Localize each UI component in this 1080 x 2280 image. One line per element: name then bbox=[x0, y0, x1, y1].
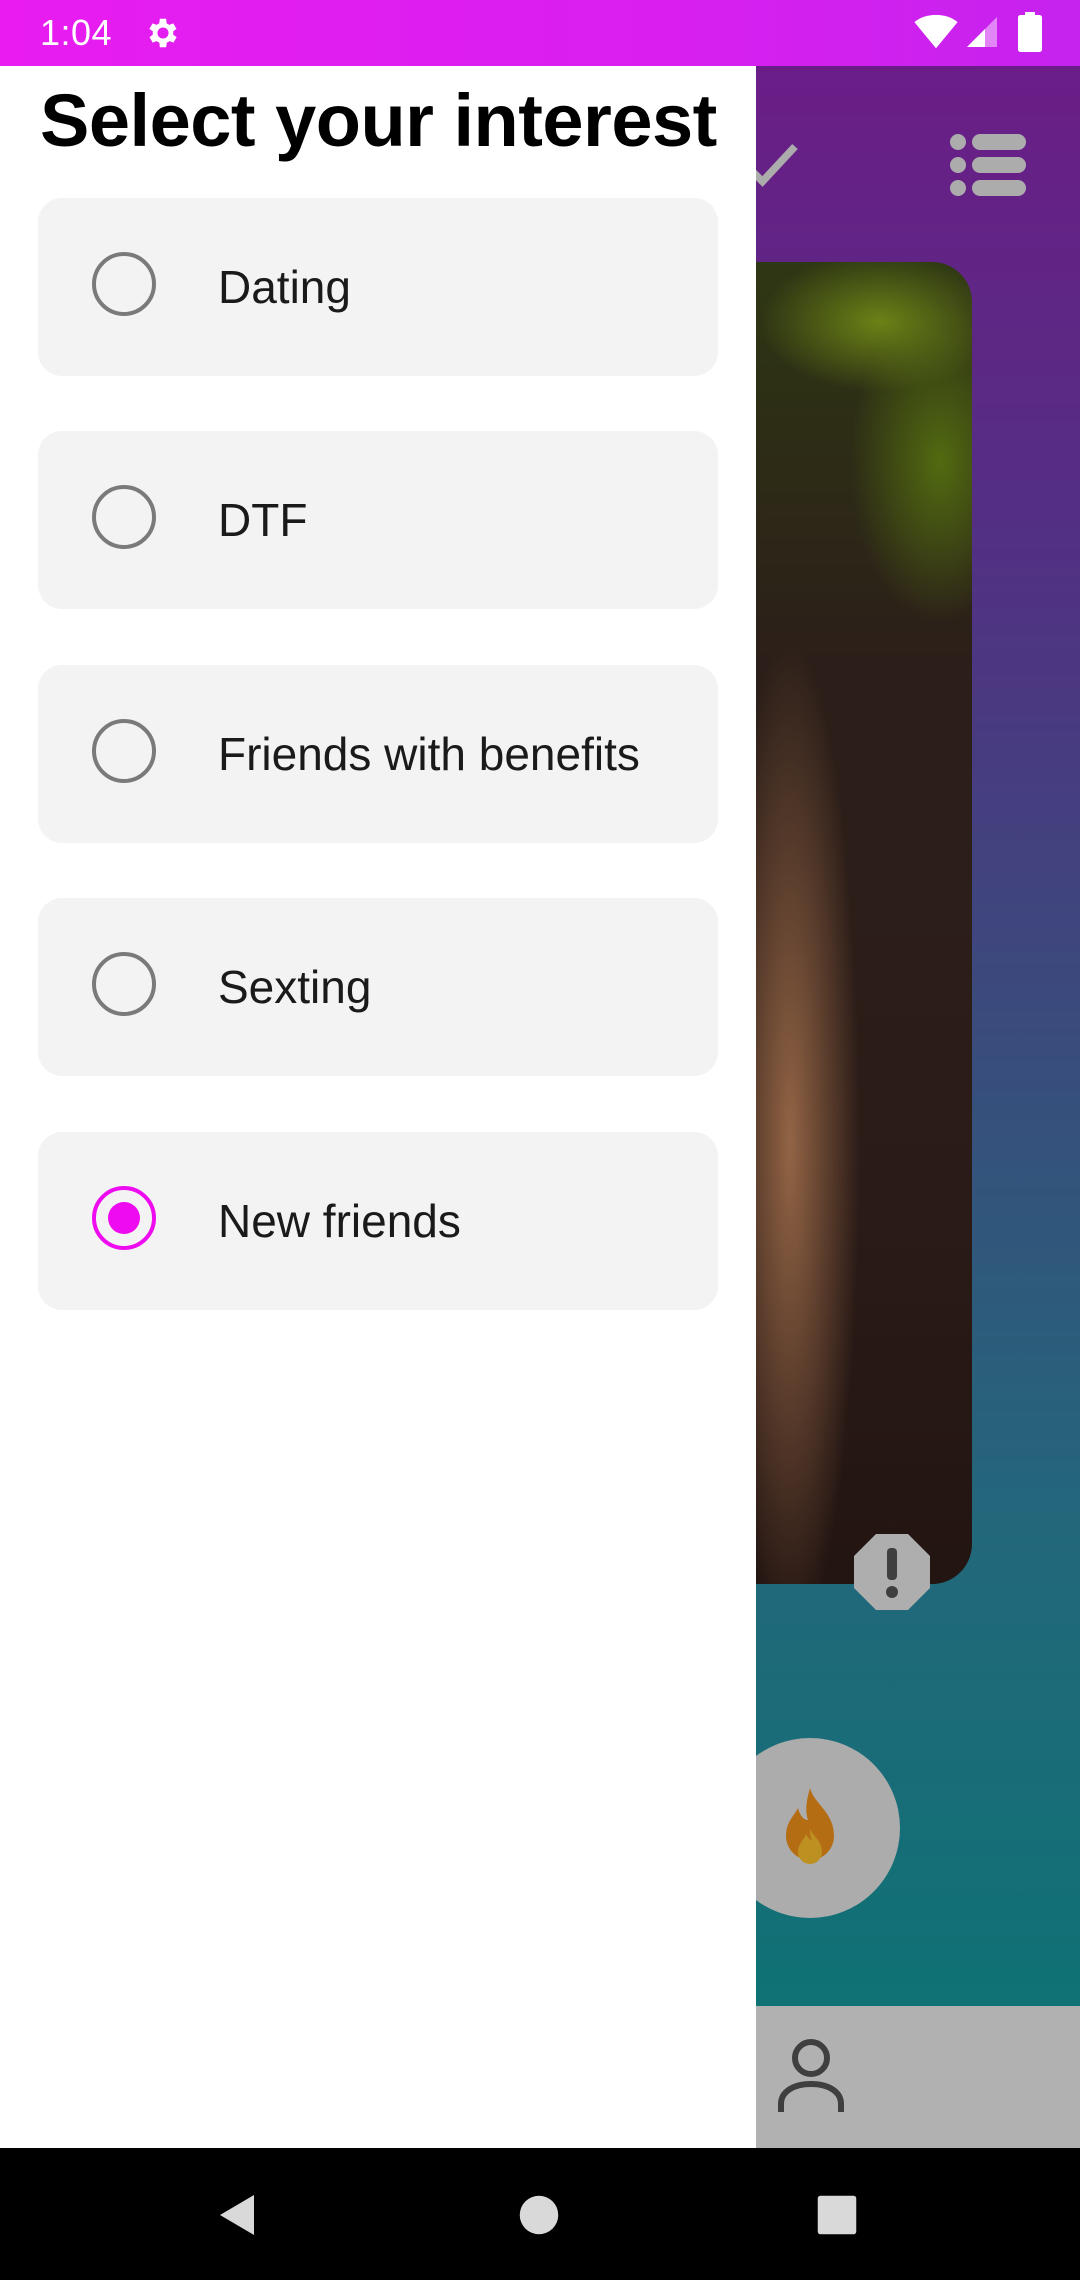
radio-button[interactable] bbox=[92, 252, 156, 316]
radio-button[interactable] bbox=[92, 719, 156, 783]
interest-option-dtf[interactable]: DTF bbox=[38, 431, 718, 609]
screen: 1:04 Select your interest Dating DTF Fri… bbox=[0, 0, 1080, 2280]
signal-icon bbox=[967, 17, 997, 47]
interest-option-sexting[interactable]: Sexting bbox=[38, 898, 718, 1076]
status-bar: 1:04 bbox=[0, 0, 1080, 66]
interest-option-new-friends[interactable]: New friends bbox=[38, 1132, 718, 1310]
interest-option-label: Sexting bbox=[218, 961, 372, 1013]
battery-icon bbox=[1018, 12, 1042, 52]
interest-option-friends-with-benefits[interactable]: Friends with benefits bbox=[38, 665, 718, 843]
radio-button-selected[interactable] bbox=[92, 1186, 156, 1250]
status-time: 1:04 bbox=[40, 12, 113, 53]
interest-option-dating[interactable]: Dating bbox=[38, 198, 718, 376]
system-nav-bar bbox=[0, 2148, 1080, 2280]
drawer-title: Select your interest bbox=[40, 79, 717, 162]
back-icon[interactable] bbox=[214, 2190, 262, 2240]
wifi-icon bbox=[914, 14, 958, 49]
radio-dot bbox=[108, 1202, 140, 1234]
home-icon[interactable] bbox=[518, 2194, 560, 2236]
radio-button[interactable] bbox=[92, 485, 156, 549]
gear-icon bbox=[149, 18, 177, 48]
radio-button[interactable] bbox=[92, 952, 156, 1016]
interest-option-label: New friends bbox=[218, 1195, 461, 1247]
interest-option-label: Dating bbox=[218, 261, 351, 313]
interest-drawer: Select your interest Dating DTF Friends … bbox=[0, 66, 756, 2148]
interest-option-label: Friends with benefits bbox=[218, 728, 640, 780]
recents-icon[interactable] bbox=[816, 2194, 858, 2236]
interest-option-label: DTF bbox=[218, 494, 308, 546]
